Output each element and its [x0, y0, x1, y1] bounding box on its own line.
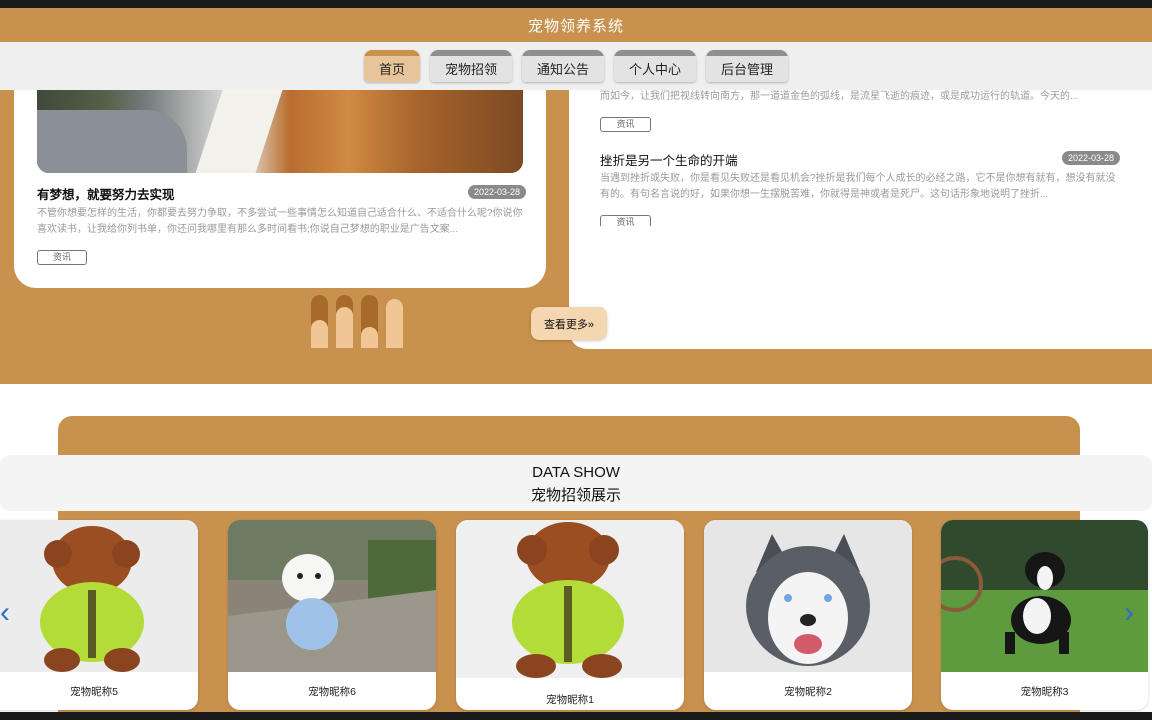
tab-admin[interactable]: 后台管理: [706, 50, 789, 82]
pet-photo-poodle: [456, 520, 684, 678]
pet-card[interactable]: 宠物昵称2: [704, 520, 912, 710]
view-more-button[interactable]: 查看更多»: [531, 307, 607, 340]
news-summary: 不管你想要怎样的生活，你都要去努力争取，不多尝试一些事情怎么知道自己适合什么、不…: [37, 208, 523, 235]
bottom-edge: [0, 712, 1152, 720]
data-show-header: DATA SHOW 宠物招领展示: [0, 455, 1152, 511]
pet-photo-poodle: [0, 520, 198, 672]
pet-photo-husky: [704, 520, 912, 672]
site-header: 宠物领养系统: [0, 8, 1152, 42]
news-title[interactable]: 挫折是另一个生命的开端: [600, 150, 738, 169]
pet-card[interactable]: 宠物昵称5: [0, 520, 198, 710]
site-title: 宠物领养系统: [527, 17, 624, 35]
news-tag[interactable]: 资讯: [600, 215, 651, 226]
news-list-card: [569, 90, 1152, 349]
pet-name[interactable]: 宠物昵称5: [0, 684, 198, 699]
tab-pet-adoption[interactable]: 宠物招领: [429, 50, 512, 82]
news-photo[interactable]: [37, 90, 523, 173]
news-summary: 而如今，让我们把视线转向南方，那一道道金色的弧线，是流星飞逝的痕迹，或是成功运行…: [600, 91, 1079, 102]
news-tag[interactable]: 资讯: [37, 250, 87, 265]
pet-name[interactable]: 宠物昵称2: [704, 684, 912, 699]
tab-notices[interactable]: 通知公告: [521, 50, 604, 82]
news-date-badge: 2022-03-28: [1062, 151, 1121, 165]
pet-card[interactable]: 宠物昵称3: [941, 520, 1148, 710]
pet-name[interactable]: 宠物昵称3: [941, 684, 1148, 699]
main-nav: 首页 宠物招领 通知公告 个人中心 后台管理: [0, 42, 1152, 90]
pet-card[interactable]: 宠物昵称6: [228, 520, 436, 710]
carousel-next-button[interactable]: ›: [1124, 598, 1134, 628]
pet-card[interactable]: 宠物昵称1: [456, 520, 684, 710]
news-summary: 当遇到挫折或失败，你是看见失败还是看见机会?挫折是我们每个人成长的必经之路，它不…: [600, 173, 1116, 200]
section-title-cn: 宠物招领展示: [530, 487, 621, 504]
carousel-prev-button[interactable]: ‹: [0, 598, 10, 628]
pet-photo-white-dog: [228, 520, 436, 672]
pet-name[interactable]: 宠物昵称6: [228, 684, 436, 699]
top-edge: [0, 0, 1152, 8]
news-title[interactable]: 有梦想，就要努力去实现: [37, 184, 175, 203]
tab-personal-center[interactable]: 个人中心: [614, 50, 697, 82]
news-date-badge: 2022-03-28: [468, 185, 527, 199]
tab-home[interactable]: 首页: [363, 50, 420, 82]
section-title-en: DATA SHOW: [532, 464, 620, 481]
pet-name[interactable]: 宠物昵称1: [456, 692, 684, 707]
news-tag[interactable]: 资讯: [600, 117, 651, 132]
pet-photo-border-collie: [941, 520, 1148, 672]
